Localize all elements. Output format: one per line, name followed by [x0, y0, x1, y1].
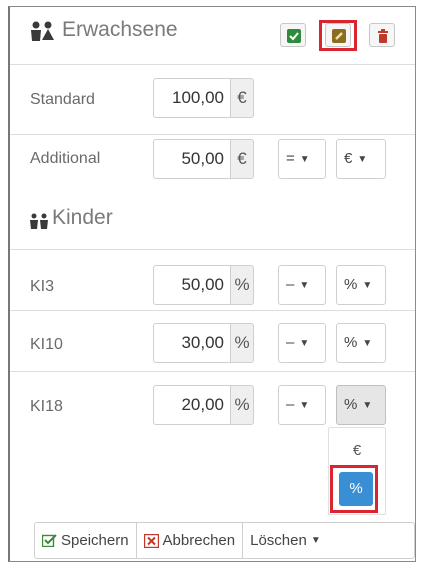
caret-down-icon: ▼: [357, 154, 368, 165]
percent-option-highlight-box: [330, 465, 378, 513]
child-price-input[interactable]: 20,00: [153, 385, 230, 425]
operator-value: =: [286, 150, 295, 167]
child-price-input-group: 20,00 %: [153, 385, 254, 425]
operator-value: –: [286, 276, 295, 293]
standard-price-input[interactable]: 100,00: [153, 78, 230, 118]
delete-label: Löschen: [250, 532, 307, 549]
trash-icon: [378, 29, 388, 43]
operator-select[interactable]: – ▼: [278, 265, 326, 305]
children-icon: [30, 213, 48, 229]
child-price-input[interactable]: 30,00: [153, 323, 230, 363]
type-value: %: [344, 334, 358, 351]
caret-down-icon: ▼: [362, 338, 373, 349]
caret-down-icon: ▼: [299, 338, 310, 349]
dropdown-option-euro[interactable]: €: [329, 442, 385, 459]
save-label: Speichern: [61, 532, 129, 549]
delete-icon-button[interactable]: [369, 23, 395, 47]
child-price-input[interactable]: 50,00: [153, 265, 230, 305]
divider: [10, 64, 415, 65]
child-price-input-group: 50,00 %: [153, 265, 254, 305]
panel-header: Erwachsene: [10, 7, 415, 55]
divider: [10, 134, 415, 135]
child-price-input-group: 30,00 %: [153, 323, 254, 363]
operator-value: –: [286, 396, 295, 413]
additional-price-input-group: 50,00 €: [153, 139, 254, 179]
operator-select[interactable]: – ▼: [278, 323, 326, 363]
operator-select[interactable]: = ▼: [278, 139, 326, 179]
check-square-icon: [42, 534, 57, 547]
type-select-open[interactable]: % ▼: [336, 385, 386, 425]
cancel-label: Abbrechen: [162, 532, 236, 549]
additional-price-input[interactable]: 50,00: [153, 139, 230, 179]
caret-down-icon: ▼: [299, 154, 310, 165]
close-square-icon: [143, 533, 159, 548]
delete-dropdown-button[interactable]: Löschen ▼: [243, 523, 328, 558]
divider: [10, 249, 415, 250]
type-value: %: [344, 276, 358, 293]
cancel-button[interactable]: Abbrechen: [137, 523, 244, 558]
standard-label: Standard: [30, 91, 95, 108]
percent-addon: %: [230, 385, 254, 425]
divider: [10, 371, 415, 372]
type-select[interactable]: € ▼: [336, 139, 386, 179]
caret-down-icon: ▼: [362, 400, 373, 411]
caret-down-icon: ▼: [310, 535, 321, 546]
operator-select[interactable]: – ▼: [278, 385, 326, 425]
footer-button-group: Speichern Abbrechen Löschen ▼: [34, 522, 415, 559]
child-row-label: KI10: [30, 336, 63, 353]
percent-addon: %: [230, 265, 254, 305]
adults-icon: [31, 21, 54, 41]
divider: [10, 310, 415, 311]
save-button[interactable]: Speichern: [35, 523, 137, 558]
pricing-panel: Erwachsene Standard 100,00 € Additional …: [8, 6, 416, 562]
type-value: €: [344, 150, 353, 167]
section-title-adults: Erwachsene: [62, 18, 178, 41]
type-select[interactable]: % ▼: [336, 265, 386, 305]
edit-highlight-box: [319, 20, 357, 51]
currency-addon: €: [230, 139, 254, 179]
check-icon: [287, 29, 301, 43]
section-title-children: Kinder: [52, 206, 113, 229]
child-row-label: KI18: [30, 398, 63, 415]
percent-addon: %: [230, 323, 254, 363]
standard-price-input-group: 100,00 €: [153, 78, 254, 118]
confirm-button[interactable]: [280, 23, 306, 47]
type-select[interactable]: % ▼: [336, 323, 386, 363]
additional-label: Additional: [30, 150, 101, 167]
caret-down-icon: ▼: [299, 400, 310, 411]
type-value: %: [344, 396, 358, 413]
caret-down-icon: ▼: [362, 280, 373, 291]
currency-addon: €: [230, 78, 254, 118]
child-row-label: KI3: [30, 278, 55, 295]
operator-value: –: [286, 334, 295, 351]
caret-down-icon: ▼: [299, 280, 310, 291]
